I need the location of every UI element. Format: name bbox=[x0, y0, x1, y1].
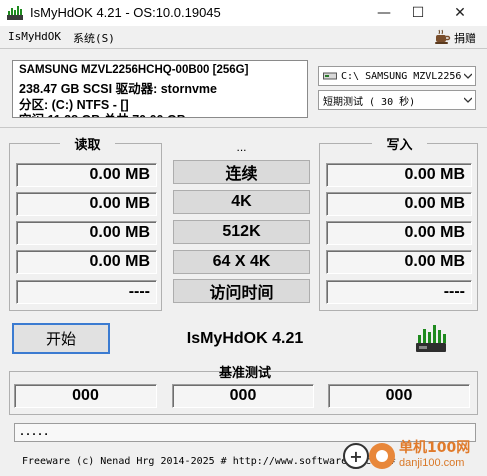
sequential-button[interactable]: 连续 bbox=[173, 160, 310, 184]
test-duration-value: 短期测试 ( 30 秒) bbox=[323, 96, 416, 108]
4k-button[interactable]: 4K bbox=[173, 190, 310, 214]
watermark-text-url: danji100.com bbox=[399, 457, 465, 469]
access-time-button[interactable]: 访问时间 bbox=[173, 279, 310, 303]
menu-system[interactable]: 系统(S) bbox=[73, 30, 115, 46]
svg-text:+: + bbox=[349, 447, 362, 466]
drive-info-panel: SAMSUNG MZVL2256HCHQ-00B00 [256G] 238.47… bbox=[12, 60, 308, 118]
drive-model: SAMSUNG MZVL2256HCHQ-00B00 [256G] bbox=[19, 64, 249, 76]
start-button[interactable]: 开始 bbox=[12, 323, 110, 354]
write-value-4k: 0.00 MB bbox=[326, 192, 472, 216]
test-duration-select[interactable]: 短期测试 ( 30 秒) bbox=[318, 90, 476, 110]
write-group-title: 写入 bbox=[372, 134, 427, 153]
donate-menu[interactable]: 捐赠 bbox=[454, 30, 476, 46]
drive-select-value: C:\ SAMSUNG MZVL2256 bbox=[341, 70, 462, 82]
drive-icon bbox=[323, 72, 337, 80]
write-value-access-time: ---- bbox=[326, 280, 472, 304]
watermark-text-cn: 单机100网 bbox=[399, 440, 471, 456]
chevron-down-icon bbox=[464, 73, 472, 79]
write-value-512k: 0.00 MB bbox=[326, 221, 472, 245]
read-value-64x4k: 0.00 MB bbox=[16, 250, 157, 274]
menu-ismyhdok[interactable]: IsMyHdOK bbox=[8, 30, 61, 43]
menu-separator bbox=[0, 48, 487, 49]
benchmark-title: 基准测试 bbox=[218, 365, 271, 380]
benchmark-write-value: 000 bbox=[328, 384, 470, 408]
read-group-title: 读取 bbox=[60, 134, 115, 153]
menu-bar: IsMyHdOK 系统(S) 捐赠 bbox=[0, 26, 487, 48]
close-button[interactable]: ✕ bbox=[440, 0, 480, 26]
watermark-logo-icon: + bbox=[343, 443, 395, 469]
64x4k-button[interactable]: 64 X 4K bbox=[173, 250, 310, 274]
write-value-sequential: 0.00 MB bbox=[326, 163, 472, 187]
chevron-down-icon bbox=[464, 97, 472, 103]
512k-button[interactable]: 512K bbox=[173, 220, 310, 244]
write-value-64x4k: 0.00 MB bbox=[326, 250, 472, 274]
read-value-4k: 0.00 MB bbox=[16, 192, 157, 216]
read-value-sequential: 0.00 MB bbox=[16, 163, 157, 187]
read-value-512k: 0.00 MB bbox=[16, 221, 157, 245]
benchmark-read-value: 000 bbox=[14, 384, 157, 408]
coffee-cup-icon[interactable] bbox=[434, 29, 451, 45]
drive-select[interactable]: C:\ SAMSUNG MZVL2256 bbox=[318, 66, 476, 86]
benchmark-total-value: 000 bbox=[172, 384, 314, 408]
section-separator bbox=[0, 127, 487, 128]
title-bar: IsMyHdOK 4.21 - OS:10.0.19045 — ☐ ✕ bbox=[0, 0, 487, 26]
read-value-access-time: ---- bbox=[16, 280, 157, 304]
drive-space: 空闲 11.28 GB 总共 70.00 GB bbox=[19, 109, 186, 117]
app-logo-icon bbox=[416, 325, 446, 352]
maximize-button[interactable]: ☐ bbox=[398, 0, 438, 26]
app-name-label: IsMyHdOK 4.21 bbox=[186, 330, 304, 347]
test-mode-header: ... bbox=[236, 140, 247, 154]
app-icon bbox=[7, 6, 23, 20]
window-title: IsMyHdOK 4.21 - OS:10.0.19045 bbox=[30, 5, 221, 20]
